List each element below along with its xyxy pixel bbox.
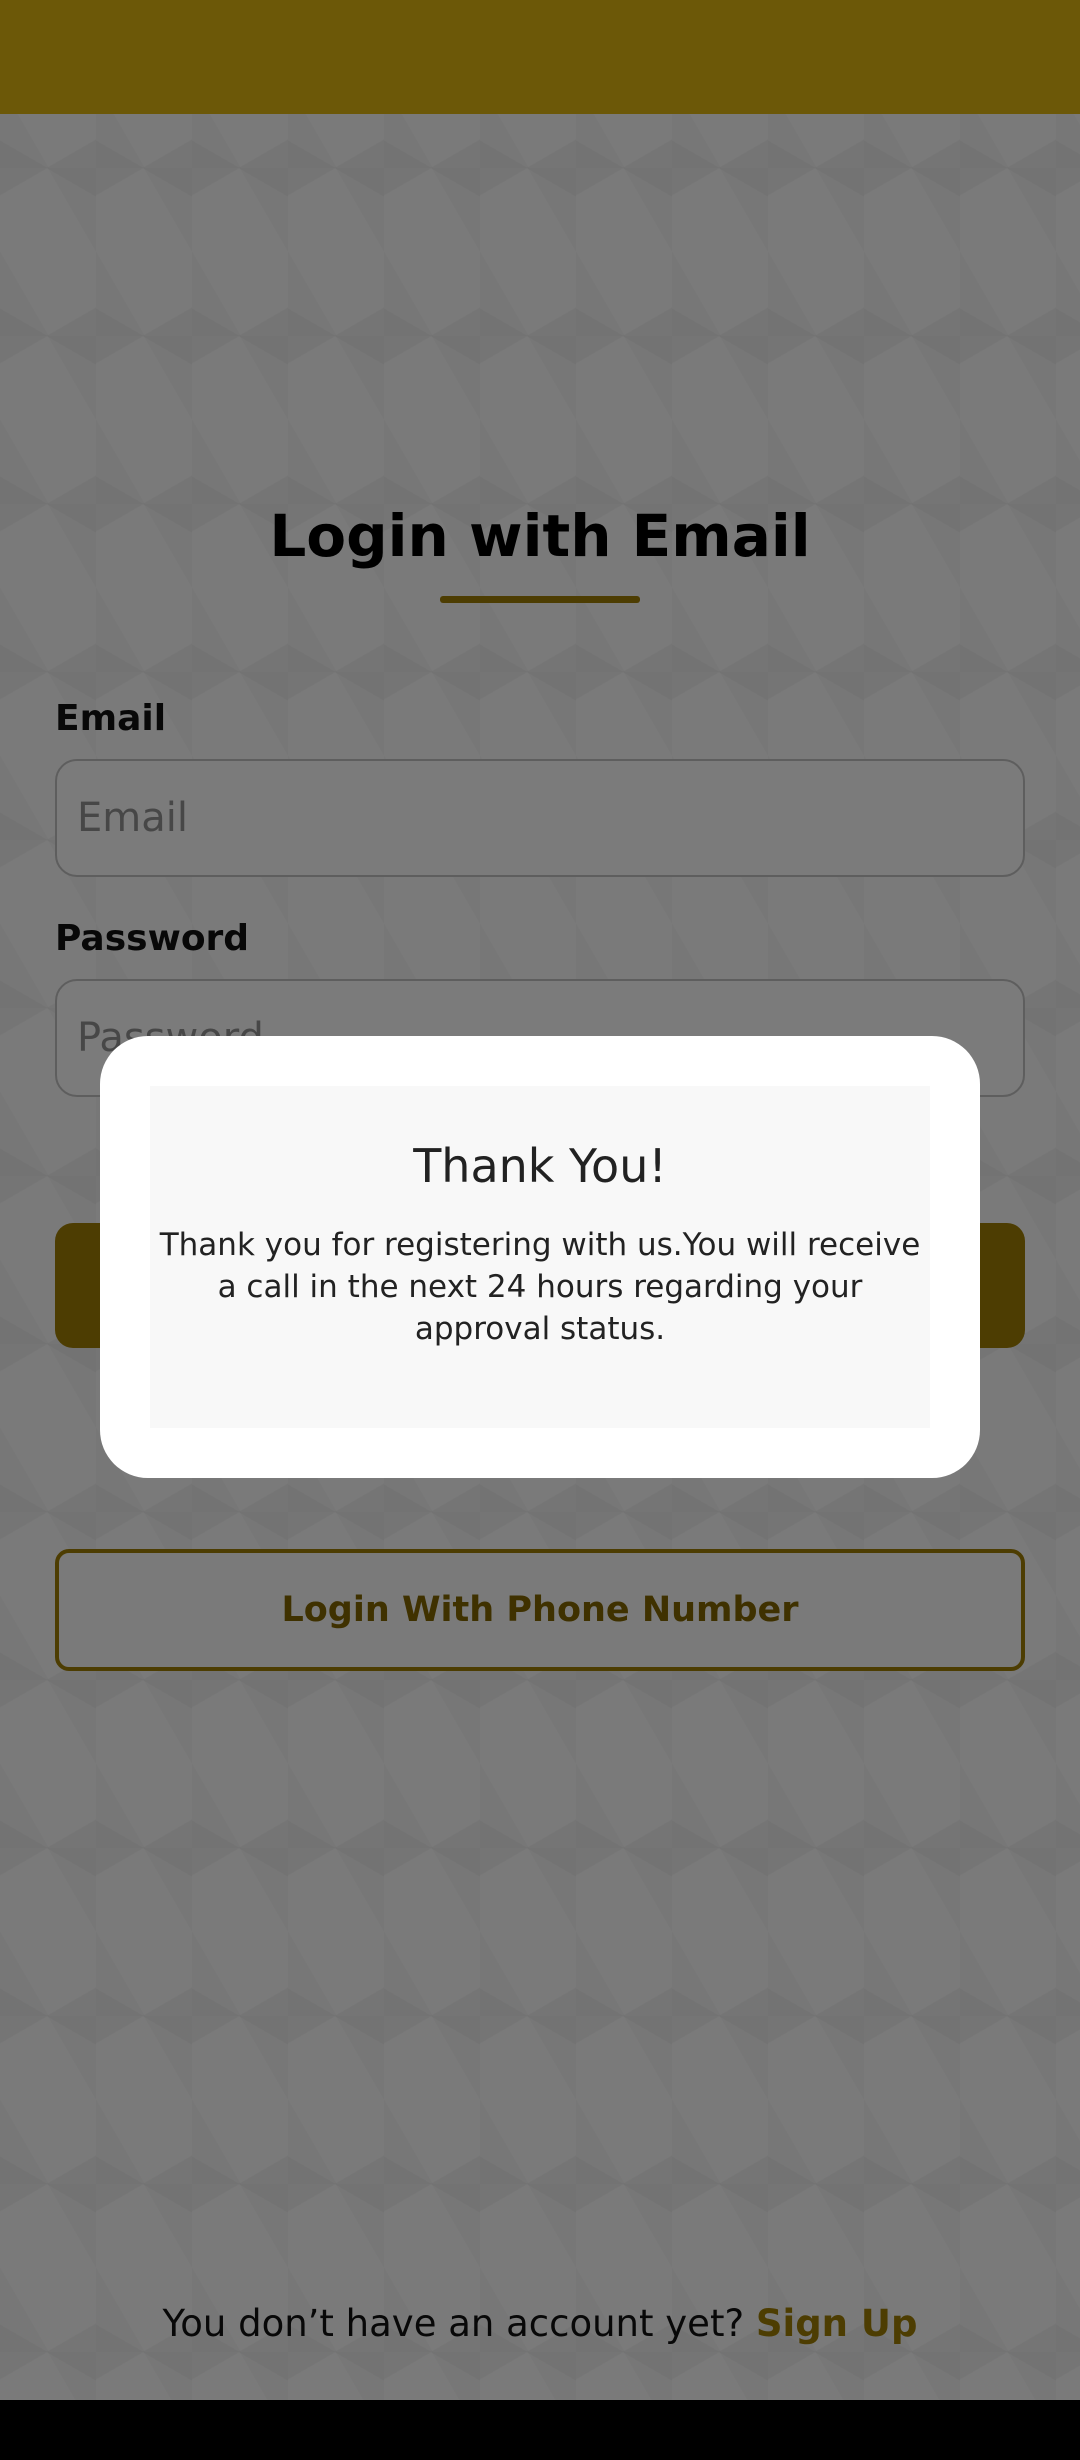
- dialog-message: Thank you for registering with us.You wi…: [159, 1227, 921, 1347]
- dialog-content: Thank You! Thank you for registering wit…: [150, 1086, 930, 1428]
- login-screen: Login with Email Email Password Login Wi…: [0, 0, 1080, 2460]
- dialog-title: Thank You!: [413, 1139, 667, 1193]
- navigation-bar: [0, 2400, 1080, 2460]
- thank-you-dialog: Thank You! Thank you for registering wit…: [100, 1036, 980, 1478]
